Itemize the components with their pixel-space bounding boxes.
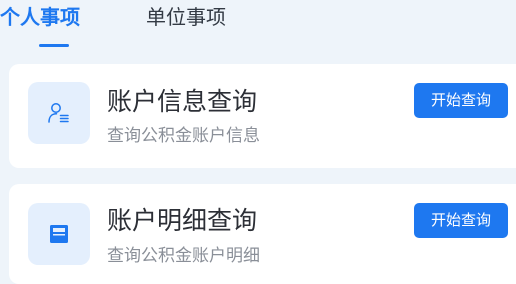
card-subtitle: 查询公积金账户明细 (107, 246, 260, 266)
active-tab-indicator (39, 44, 69, 47)
tab-personal-matters[interactable]: 个人事项 (0, 4, 80, 30)
card-title: 账户信息查询 (107, 87, 258, 116)
service-card-account-details[interactable]: 账户明细查询 查询公积金账户明细 开始查询 (9, 184, 516, 284)
icon-tile (28, 203, 90, 265)
user-info-icon (48, 103, 69, 123)
service-card-account-info[interactable]: 账户信息查询 查询公积金账户信息 开始查询 (9, 64, 516, 168)
tab-unit-matters[interactable]: 单位事项 (146, 4, 226, 30)
start-query-button[interactable]: 开始查询 (414, 83, 508, 118)
card-title: 账户明细查询 (107, 206, 258, 235)
tab-bar: 个人事项 单位事项 (0, 0, 516, 50)
ledger-icon (50, 225, 68, 243)
start-query-button[interactable]: 开始查询 (414, 203, 508, 238)
icon-tile (28, 82, 90, 144)
card-subtitle: 查询公积金账户信息 (107, 126, 260, 146)
